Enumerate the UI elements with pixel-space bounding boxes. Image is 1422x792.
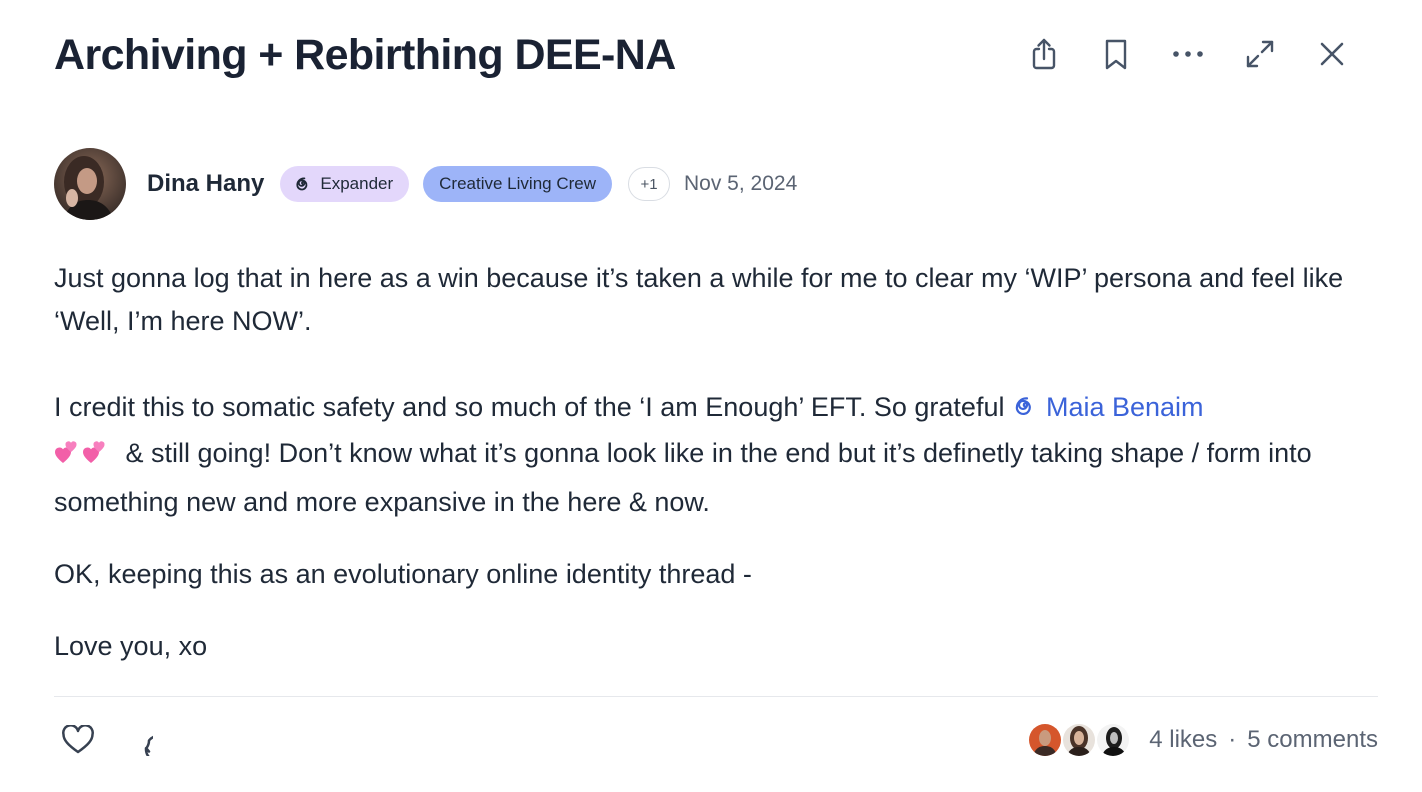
post-date: Nov 5, 2024 bbox=[684, 172, 798, 195]
post-title: Archiving + Rebirthing DEE-NA bbox=[54, 31, 676, 79]
bookmark-icon bbox=[1105, 39, 1127, 70]
post-body: Just gonna log that in here as a win bec… bbox=[54, 257, 1374, 668]
likers-avatars[interactable] bbox=[1027, 722, 1132, 758]
body-paragraph-2: I credit this to somatic safety and so m… bbox=[54, 386, 1374, 524]
more-options-icon bbox=[1173, 51, 1203, 57]
post-reactions bbox=[60, 720, 154, 760]
bookmark-button[interactable] bbox=[1098, 34, 1134, 74]
heart-icon bbox=[62, 725, 94, 754]
creative-living-crew-badge[interactable]: Creative Living Crew bbox=[423, 166, 612, 202]
liker-avatar[interactable] bbox=[1027, 722, 1064, 758]
post-stats: 4 likes · 5 comments bbox=[1027, 720, 1378, 760]
body-paragraph-1: Just gonna log that in here as a win bec… bbox=[54, 263, 1344, 336]
author-row: Dina Hany Expander Creative Living Crew … bbox=[54, 148, 797, 220]
more-badges-button[interactable]: +1 bbox=[628, 167, 670, 201]
expand-icon bbox=[1246, 40, 1274, 68]
stats-separator: · bbox=[1228, 726, 1237, 753]
body-paragraph-4: Love you, xo bbox=[54, 631, 208, 661]
more-options-button[interactable] bbox=[1170, 34, 1206, 74]
liker-avatar[interactable] bbox=[1095, 722, 1132, 758]
author-name[interactable]: Dina Hany bbox=[147, 170, 264, 198]
spiral-icon bbox=[294, 175, 312, 193]
expander-badge-label: Expander bbox=[320, 174, 394, 193]
expand-button[interactable] bbox=[1242, 34, 1278, 74]
footer-divider bbox=[54, 696, 1378, 697]
expander-badge[interactable]: Expander bbox=[280, 166, 410, 202]
body-paragraph-3: OK, keeping this as an evolutionary onli… bbox=[54, 559, 752, 589]
comments-count[interactable]: 5 comments bbox=[1247, 726, 1378, 754]
mention-name: Maia Benaim bbox=[1045, 392, 1204, 422]
close-icon bbox=[1320, 42, 1344, 66]
post-modal: Archiving + Rebirthing DEE-NA Dina Hany … bbox=[0, 0, 1422, 792]
header-actions bbox=[1026, 34, 1350, 74]
spiral-icon bbox=[1012, 389, 1038, 432]
body-paragraph-2-rest: & still going! Don’t know what it’s gonn… bbox=[54, 438, 1312, 517]
crew-badge-label: Creative Living Crew bbox=[439, 174, 596, 193]
share-icon bbox=[1032, 38, 1056, 70]
likes-count[interactable]: 4 likes bbox=[1149, 726, 1217, 754]
two-hearts-emoji bbox=[54, 438, 112, 481]
share-button[interactable] bbox=[1026, 34, 1062, 74]
close-button[interactable] bbox=[1314, 34, 1350, 74]
like-button[interactable] bbox=[60, 720, 96, 760]
body-paragraph-2-intro: I credit this to somatic safety and so m… bbox=[54, 392, 1012, 422]
comment-icon bbox=[144, 735, 153, 756]
liker-avatar[interactable] bbox=[1061, 722, 1098, 758]
comment-button[interactable] bbox=[118, 720, 154, 760]
mention-link[interactable]: Maia Benaim bbox=[1012, 392, 1204, 422]
author-avatar[interactable] bbox=[54, 148, 126, 220]
